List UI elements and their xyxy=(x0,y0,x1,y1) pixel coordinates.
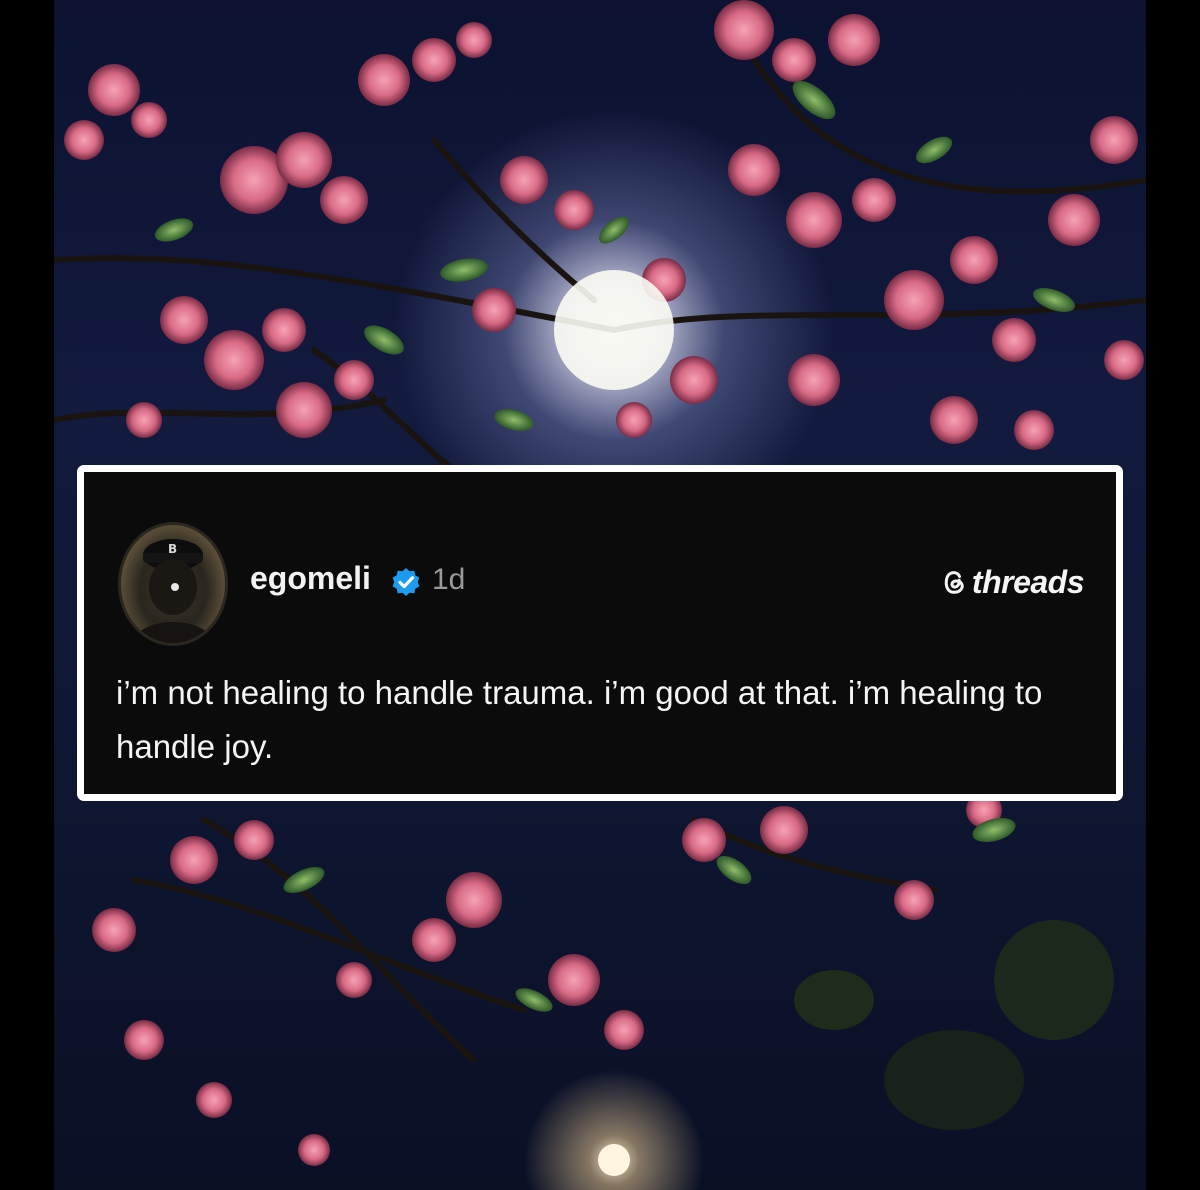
post-username[interactable]: egomeli xyxy=(250,560,371,597)
post-timestamp: 1d xyxy=(432,563,466,596)
avatar-portrait-icon: B xyxy=(131,539,215,643)
svg-text:B: B xyxy=(168,542,177,556)
moon xyxy=(554,270,674,390)
threads-logo-icon xyxy=(944,571,964,594)
avatar[interactable]: B xyxy=(118,522,228,646)
threads-brand-logo[interactable]: threads xyxy=(940,562,1085,602)
threads-post-card[interactable]: B egomeli 1d threads i’m not healing to … xyxy=(77,465,1123,801)
verified-badge-icon xyxy=(392,568,420,596)
street-lamp xyxy=(598,1144,630,1176)
post-body-text: i’m not healing to handle trauma. i’m go… xyxy=(116,674,1043,765)
screenshot-canvas: B egomeli 1d threads i’m not healing to … xyxy=(0,0,1200,1190)
threads-wordmark: threads xyxy=(971,563,1085,600)
